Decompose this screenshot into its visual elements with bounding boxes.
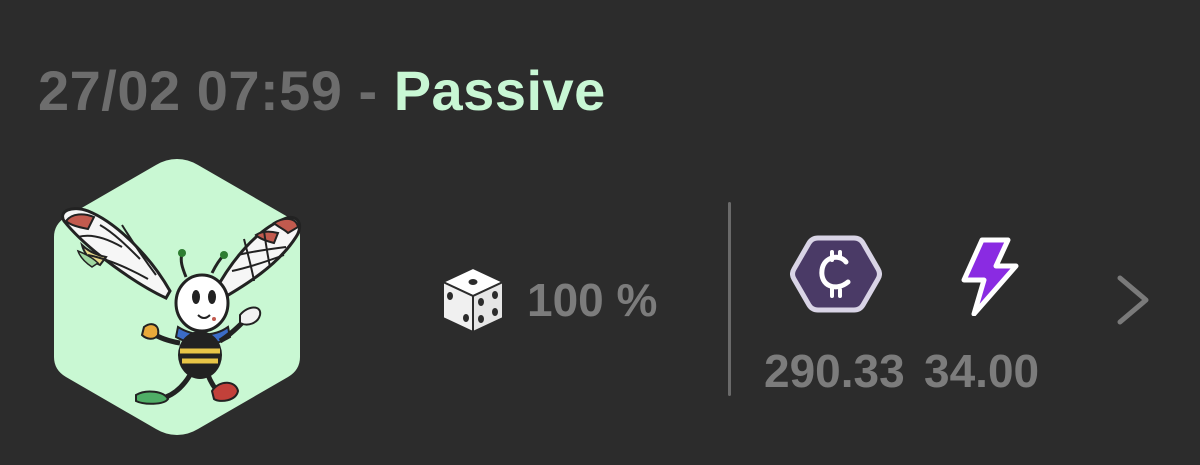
dice-icon (440, 266, 506, 334)
activity-row[interactable]: 27/02 07:59 - Passive 100 % 290.33 34.00 (0, 0, 1200, 465)
timestamp: 27/02 07:59 (38, 59, 343, 122)
coin-hexagon-icon (790, 235, 882, 313)
bee-character-avatar[interactable] (48, 155, 306, 439)
probability-value: 100 % (527, 274, 658, 326)
status-label: Passive (393, 59, 606, 122)
vertical-divider (728, 202, 731, 396)
row-header: 27/02 07:59 - Passive (38, 58, 606, 123)
coin-amount: 290.33 (764, 345, 905, 397)
header-separator: - (342, 59, 394, 122)
chevron-right-icon[interactable] (1112, 272, 1156, 328)
probability-indicator: 100 % (437, 262, 657, 338)
energy-amount: 34.00 (924, 345, 1040, 397)
lightning-bolt-icon (961, 237, 1019, 316)
